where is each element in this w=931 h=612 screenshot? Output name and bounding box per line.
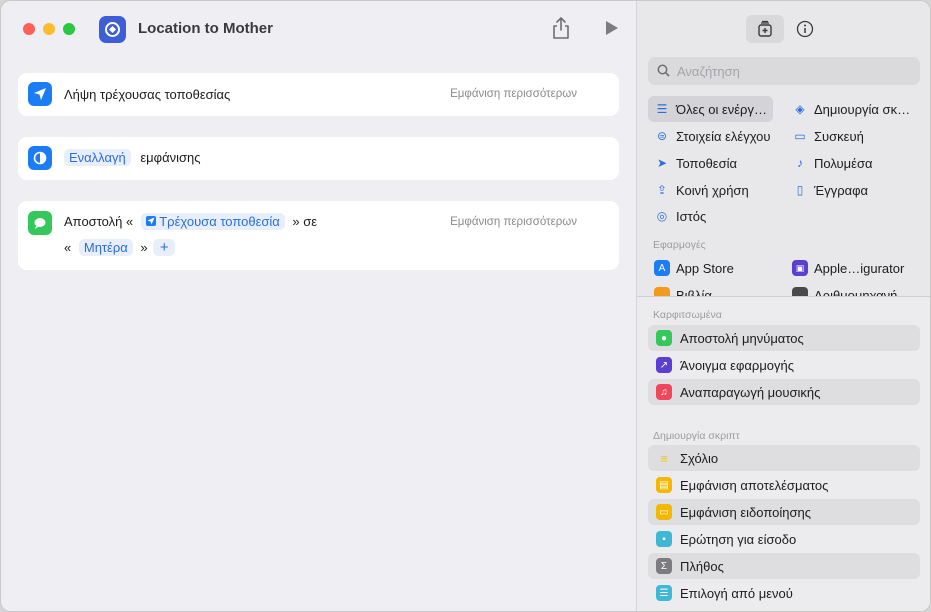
show-more-link[interactable]: Εμφάνιση περισσότερων <box>450 216 577 228</box>
action-mid: » σε <box>292 214 318 229</box>
window-controls <box>23 23 75 35</box>
monitor-icon: ▭ <box>794 129 806 143</box>
location-token-icon <box>145 216 156 226</box>
alert-icon: ▭ <box>656 504 672 520</box>
pinned-open-app[interactable]: ↗ Άνοιγμα εφαρμογής <box>648 352 920 378</box>
quote-open: « <box>64 240 72 255</box>
show-result-icon: ▤ <box>656 477 672 493</box>
configurator-icon: ▣ <box>792 260 808 276</box>
location-icon: ➤ <box>656 156 668 170</box>
app-books[interactable]: Βιβλία <box>654 282 712 296</box>
ask-input-icon: ▪ <box>656 531 672 547</box>
sigma-icon: Σ <box>656 558 672 574</box>
suggestions-pane: Καρφιτσωμένα ● Αποστολή μηνύματος ↗ Άνοι… <box>637 297 930 611</box>
category-location[interactable]: ➤ Τοποθεσία <box>654 150 737 176</box>
editor-pane: Location to Mother Λήψη τρέχουσας τοποθε… <box>1 1 636 611</box>
category-web[interactable]: ◎ Ιστός <box>654 203 707 229</box>
category-all-actions[interactable]: ☰ Όλες οι ενέργ… <box>648 96 773 122</box>
apps-overflow: Βιβλία Αριθμομηχανή <box>637 282 930 296</box>
share-icon: ⇪ <box>656 183 668 197</box>
search-field[interactable]: Αναζήτηση <box>648 57 920 85</box>
menu-icon: ☰ <box>656 585 672 601</box>
close-button[interactable] <box>23 23 35 35</box>
appearance-icon <box>28 146 52 170</box>
document-icon: ▯ <box>796 183 804 197</box>
messages-icon: ● <box>656 330 672 346</box>
action-get-location[interactable]: Λήψη τρέχουσας τοποθεσίας Εμφάνιση περισ… <box>18 73 619 116</box>
comment-icon: ≡ <box>660 450 668 466</box>
share-icon[interactable] <box>551 16 571 40</box>
action-send-message[interactable]: Αποστολή « Τρέχουσα τοποθεσία » σε « Μητ… <box>18 201 619 270</box>
category-scripting[interactable]: ◈ Δημιουργία σκ… <box>792 96 910 122</box>
action-label: εμφάνισης <box>140 150 201 165</box>
script-show-result[interactable]: ▤ Εμφάνιση αποτελέσματος <box>648 472 920 498</box>
info-tab-button[interactable] <box>786 15 824 43</box>
show-more-link[interactable]: Εμφάνιση περισσότερων <box>450 88 577 100</box>
search-icon <box>657 64 670 77</box>
app-store-icon: A <box>654 260 670 276</box>
category-media[interactable]: ♪ Πολυμέσα <box>792 150 873 176</box>
books-icon <box>654 287 670 296</box>
open-app-icon: ↗ <box>656 357 672 373</box>
compass-icon: ◎ <box>656 209 668 223</box>
action-prefix: Αποστολή « <box>64 214 134 229</box>
pinned-send-message[interactable]: ● Αποστολή μηνύματος <box>648 325 920 351</box>
apps-header: Εφαρμογές <box>653 239 706 251</box>
run-button[interactable] <box>606 21 618 35</box>
current-location-token[interactable]: Τρέχουσα τοποθεσία <box>140 213 285 230</box>
action-toggle-appearance[interactable]: Εναλλαγή εμφάνισης <box>18 137 619 180</box>
pinned-header: Καρφιτσωμένα <box>653 309 722 321</box>
script-show-alert[interactable]: ▭ Εμφάνιση ειδοποίησης <box>648 499 920 525</box>
messages-icon <box>28 211 52 235</box>
recipient-token[interactable]: Μητέρα <box>78 239 133 256</box>
category-controls[interactable]: ⊜ Στοιχεία ελέγχου <box>654 123 771 149</box>
list-icon: ☰ <box>656 102 668 116</box>
toggle-icon: ⊜ <box>656 129 668 143</box>
search-placeholder: Αναζήτηση <box>677 64 740 79</box>
app-configurator[interactable]: ▣ Apple…igurator <box>792 255 904 281</box>
category-sharing[interactable]: ⇪ Κοινή χρήση <box>654 177 749 203</box>
script-choose-menu[interactable]: ☰ Επιλογή από μενού <box>648 580 920 606</box>
calculator-icon <box>792 287 808 296</box>
pinned-play-music[interactable]: ♫ Αναπαραγωγή μουσικής <box>648 379 920 405</box>
shortcuts-window: Location to Mother Λήψη τρέχουσας τοποθε… <box>0 0 931 612</box>
action-library: Αναζήτηση ☰ Όλες οι ενέργ… ◈ Δημιουργία … <box>636 1 930 611</box>
scripting-header: Δημιουργία σκριπτ <box>653 430 740 442</box>
app-app-store[interactable]: A App Store <box>654 255 734 281</box>
script-count[interactable]: Σ Πλήθος <box>648 553 920 579</box>
minimize-button[interactable] <box>43 23 55 35</box>
music-icon: ♫ <box>656 384 672 400</box>
category-device[interactable]: ▭ Συσκευή <box>792 123 863 149</box>
toggle-token[interactable]: Εναλλαγή <box>64 149 131 166</box>
add-recipient-button[interactable]: + <box>153 239 176 256</box>
app-calculator[interactable]: Αριθμομηχανή <box>792 282 897 296</box>
category-documents[interactable]: ▯ Έγγραφα <box>792 177 868 203</box>
add-action-icon <box>758 20 772 37</box>
shortcut-title[interactable]: Location to Mother <box>138 20 273 37</box>
location-arrow-icon <box>28 82 52 106</box>
quote-close: » <box>140 240 148 255</box>
info-icon <box>796 20 814 38</box>
script-comment[interactable]: ≡ Σχόλιο <box>648 445 920 471</box>
music-note-icon: ♪ <box>797 156 803 170</box>
action-label: Λήψη τρέχουσας τοποθεσίας <box>64 87 231 102</box>
library-tab-button[interactable] <box>746 15 784 43</box>
script-ask-input[interactable]: ▪ Ερώτηση για είσοδο <box>648 526 920 552</box>
zoom-button[interactable] <box>63 23 75 35</box>
shortcut-icon[interactable] <box>99 16 126 43</box>
scripting-icon: ◈ <box>795 102 805 116</box>
